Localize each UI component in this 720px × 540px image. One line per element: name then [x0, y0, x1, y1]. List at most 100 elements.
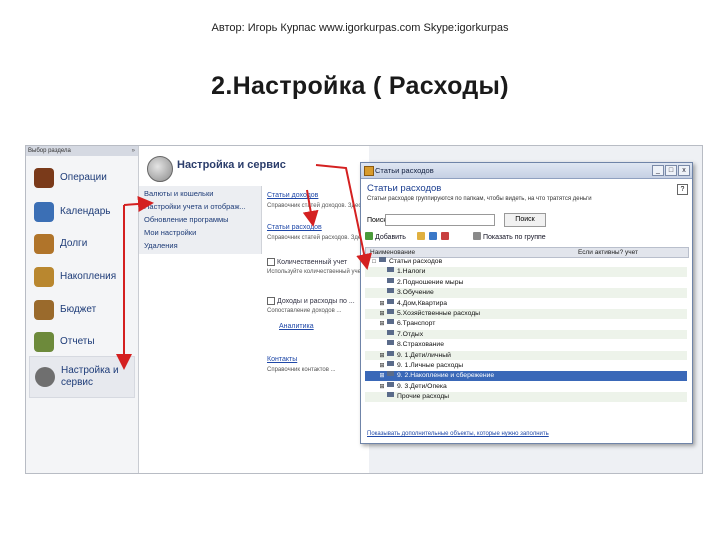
dialog-footer-link[interactable]: Показывать дополнительные объекты, котор…	[367, 431, 549, 437]
folder-icon	[387, 288, 394, 294]
settings-title: Настройка и сервис	[177, 159, 286, 171]
expense-items-link[interactable]: Статьи расходов	[267, 224, 322, 231]
tree-row-label: 1.Налоги	[397, 268, 426, 276]
search-input[interactable]	[385, 214, 495, 226]
nav-item-budget[interactable]: Бюджет	[29, 296, 133, 324]
tree-row-label: 5.Хозяйственные расходы	[397, 310, 481, 317]
tree-row[interactable]: 8.Страхование	[365, 340, 687, 350]
contacts-description: Справочник контактов ...	[267, 367, 336, 373]
tree-row[interactable]: 2.Подношение мыры	[365, 277, 687, 288]
tree-row-label: 9. 2.Накопление и сбережение	[397, 372, 495, 380]
tree-row-label: 3.Обучение	[397, 289, 434, 297]
calendar-icon	[34, 202, 54, 222]
add-icon	[365, 232, 373, 240]
expand-icon[interactable]: ⊞	[379, 310, 385, 320]
tree-row[interactable]: Прочие расходы	[365, 392, 687, 402]
expand-icon[interactable]: ⊞	[379, 352, 385, 362]
column-header-active[interactable]: Если активны? учет	[578, 248, 638, 257]
nav-item-reports[interactable]: Отчеты	[29, 328, 133, 356]
tree-row[interactable]: ⊞ 9. 1.Дети/личный	[365, 350, 687, 362]
dialog-toolbar: Добавить Показать по группе	[365, 231, 687, 244]
expand-icon[interactable]: □	[371, 258, 377, 268]
nav-item-settings[interactable]: Настройка и сервис	[29, 356, 135, 398]
gear-icon	[147, 156, 173, 182]
contacts-link[interactable]: Контакты	[267, 356, 297, 363]
show-groups-label: Показать по группе	[483, 234, 546, 241]
nav-item-calendar[interactable]: Календарь	[29, 198, 133, 226]
folder-icon	[379, 257, 386, 262]
checkbox-icon	[267, 297, 275, 305]
show-groups-button[interactable]: Показать по группе	[473, 231, 546, 244]
maximize-button[interactable]: □	[665, 165, 677, 176]
folder-icon	[387, 361, 394, 366]
minimize-button[interactable]: _	[652, 165, 664, 176]
nav-item-label: Календарь	[60, 206, 111, 217]
analytics-link[interactable]: Аналитика	[279, 323, 314, 330]
edit-tool-button[interactable]	[417, 231, 427, 244]
quantity-accounting-checkbox[interactable]: Количественный учет	[267, 258, 347, 266]
close-button[interactable]: x	[678, 165, 690, 176]
folder-icon	[429, 232, 437, 240]
nav-item-operations[interactable]: Операции	[29, 164, 133, 192]
expand-icon[interactable]: ⊞	[379, 320, 385, 330]
section-nav: Выбор раздела » Операции Календарь Долги…	[26, 146, 139, 473]
expand-icon[interactable]: ⊞	[379, 300, 385, 310]
tree-row[interactable]: □ Статьи расходов	[365, 257, 687, 267]
tree-row-label: 9. 3.Дети/Опека	[397, 382, 447, 390]
delete-icon	[441, 232, 449, 240]
expand-icon[interactable]: ⊞	[379, 362, 385, 372]
tree-row[interactable]: ⊞ 9. 3.Дети/Опека	[365, 381, 687, 393]
settings-item-my-settings[interactable]: Мои настройки	[144, 228, 196, 237]
dialog-titlebar[interactable]: Статьи расходов _ □ x	[361, 163, 692, 179]
tree-row-label: 9. 1.Дети/личный	[397, 351, 451, 359]
nav-item-label: Накопления	[60, 271, 117, 282]
tree-row[interactable]: ⊞ 9. 2.Накопление и сбережение	[365, 371, 687, 381]
tree-row[interactable]: ⊞ 6.Транспорт	[365, 319, 687, 329]
nav-item-debts[interactable]: Долги	[29, 230, 133, 258]
expand-icon[interactable]: ⊞	[379, 372, 385, 382]
settings-item-update[interactable]: Обновление программы	[144, 215, 229, 224]
folder-icon	[387, 267, 394, 273]
column-header-name[interactable]: Наименование	[370, 248, 415, 257]
dialog-heading: Статьи расходов	[367, 183, 442, 194]
folder-icon	[387, 350, 394, 356]
settings-item-deletions[interactable]: Удаления	[144, 241, 178, 250]
search-button[interactable]: Поиск	[504, 213, 546, 227]
tree-row-label: 7.Отдых	[397, 330, 424, 338]
folder-tool-button[interactable]	[429, 231, 439, 244]
add-button-label: Добавить	[375, 234, 406, 241]
delete-tool-button[interactable]	[441, 231, 451, 244]
tree-row-label: 9. 1.Личные расходы	[397, 362, 464, 369]
income-items-link[interactable]: Статьи доходов	[267, 192, 318, 199]
dialog-description: Статьи расходов группируются по папкам, …	[367, 196, 592, 202]
tree-row-label: 2.Подношение мыры	[397, 278, 464, 286]
nav-collapse-icon[interactable]: »	[132, 146, 135, 156]
quantity-accounting-description: Используйте количественный учет ...	[267, 269, 371, 275]
tree-row[interactable]: 1.Налоги	[365, 267, 687, 277]
tree-row[interactable]: ⊞ 9. 1.Личные расходы	[365, 361, 687, 371]
income-expense-checkbox[interactable]: Доходы и расходы по ...	[267, 297, 355, 305]
tree-row[interactable]: ⊞ 5.Хозяйственные расходы	[365, 309, 687, 319]
nav-item-savings[interactable]: Накопления	[29, 263, 133, 291]
edit-icon	[417, 232, 425, 240]
settings-panel: Настройка и сервис Валюты и кошельки Нас…	[139, 146, 405, 473]
tree-row[interactable]: ⊞ 4.Дом,Квартира	[365, 298, 687, 310]
checkbox-icon	[267, 258, 275, 266]
expand-icon[interactable]: ⊞	[379, 383, 385, 393]
settings-item-accounting[interactable]: Настройки учета и отображ...	[144, 202, 246, 211]
add-button[interactable]: Добавить	[365, 231, 406, 244]
box-icon	[34, 267, 54, 287]
expense-items-dialog: Статьи расходов _ □ x Статьи расходов ? …	[360, 162, 693, 444]
nav-item-label: Операции	[60, 172, 107, 183]
settings-list: Валюты и кошельки Настройки учета и отоб…	[139, 186, 262, 254]
help-icon[interactable]: ?	[677, 184, 688, 195]
settings-header: Настройка и сервис	[139, 152, 369, 184]
folder-icon	[387, 319, 394, 325]
tree-row[interactable]: 3.Обучение	[365, 288, 687, 298]
folder-icon	[387, 392, 394, 398]
settings-item-currencies[interactable]: Валюты и кошельки	[144, 189, 213, 198]
tree-row[interactable]: 7.Отдых	[365, 329, 687, 340]
expense-tree: □ Статьи расходов 1.Налоги 2.Подношение мыр…	[365, 257, 687, 407]
slide-author-line: Автор: Игорь Курпас www.igorkurpas.com S…	[211, 22, 509, 34]
wallet-icon	[34, 300, 54, 320]
